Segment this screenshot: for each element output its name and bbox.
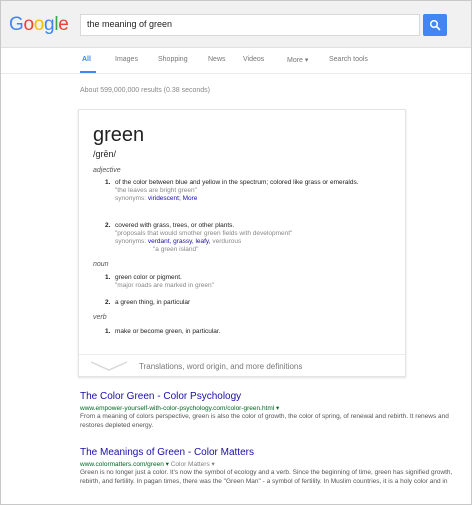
sense-number: 2. [105, 299, 111, 306]
sense-text: covered with grass, trees, or other plan… [115, 222, 235, 229]
sense-number: 2. [105, 222, 111, 229]
url-dropdown-icon[interactable]: ▾ [276, 405, 279, 412]
synonyms-label: synonyms: [115, 238, 147, 245]
tab-images[interactable]: Images [115, 56, 138, 63]
result-title[interactable]: The Meanings of Green - Color Matters [80, 447, 460, 458]
synonym-link[interactable]: viridescent; [148, 195, 181, 202]
sense-example: "the leaves are bright green" [115, 187, 197, 194]
results-count: About 599,000,000 results (0.38 seconds) [80, 87, 210, 94]
search-header: Google [1, 1, 471, 48]
search-input[interactable] [87, 19, 407, 29]
part-of-speech: noun [93, 261, 109, 268]
search-box[interactable] [80, 14, 420, 36]
search-icon [429, 19, 441, 31]
search-result: The Meanings of Green - Color Matters ww… [80, 447, 460, 486]
chevron-down-icon [90, 361, 128, 371]
result-url-text: www.colormatters.com/green [80, 461, 164, 468]
sense-example: "major roads are marked in green" [115, 282, 214, 289]
sense-text: a green thing, in particular [115, 299, 191, 306]
browser-page: Google All Images Shopping News Videos M… [0, 0, 472, 505]
tab-news[interactable]: News [208, 56, 226, 63]
search-button[interactable] [423, 14, 447, 36]
tab-more[interactable]: More ▾ [287, 56, 308, 64]
tab-all[interactable]: All [82, 56, 91, 63]
definition-phonetic: /grēn/ [93, 149, 117, 159]
tab-videos[interactable]: Videos [243, 56, 264, 63]
sense-number: 1. [105, 274, 111, 281]
sense-number: 1. [105, 328, 111, 335]
tab-shopping[interactable]: Shopping [158, 56, 188, 63]
part-of-speech: verb [93, 314, 107, 321]
definition-word: green [93, 124, 145, 146]
tabs-divider [1, 73, 471, 74]
more-synonyms-link[interactable]: More [183, 195, 198, 202]
result-snippet: From a meaning of colors perspective, gr… [80, 413, 449, 429]
sense-number: 1. [105, 179, 111, 186]
result-url-text: www.empower-yourself-with-color-psycholo… [80, 405, 275, 412]
synonym-plain: verdurous [212, 238, 242, 245]
tab-search-tools[interactable]: Search tools [329, 56, 368, 63]
result-snippet: Green is no longer just a color. It's no… [80, 469, 453, 485]
search-result: The Color Green - Color Psychology www.e… [80, 391, 460, 430]
more-definitions-label: Translations, word origin, and more defi… [139, 362, 303, 371]
breadcrumb-dropdown-icon[interactable]: ▾ [212, 461, 215, 468]
result-breadcrumb: Color Matters [170, 461, 210, 468]
sense-text: make or become green, in particular. [115, 328, 221, 335]
result-title[interactable]: The Color Green - Color Psychology [80, 391, 460, 402]
google-logo[interactable]: Google [9, 14, 69, 36]
synonyms-label: synonyms: [115, 195, 147, 202]
synonym-link[interactable]: verdant, grassy, leafy, [148, 238, 211, 245]
result-url: www.colormatters.com/green ▾ Color Matte… [80, 460, 460, 468]
sense-example: "proposals that would smother green fiel… [115, 230, 293, 237]
sense-example: "a green island" [153, 246, 199, 253]
part-of-speech: adjective [93, 167, 121, 174]
definition-card: green /grēn/ adjective 1. of the color b… [78, 109, 406, 377]
url-dropdown-icon[interactable]: ▾ [166, 461, 169, 468]
sense-text: of the color between blue and yellow in … [115, 179, 359, 186]
more-definitions-toggle[interactable]: Translations, word origin, and more defi… [79, 354, 405, 378]
result-url: www.empower-yourself-with-color-psycholo… [80, 404, 460, 412]
sense-text: green color or pigment. [115, 274, 182, 281]
